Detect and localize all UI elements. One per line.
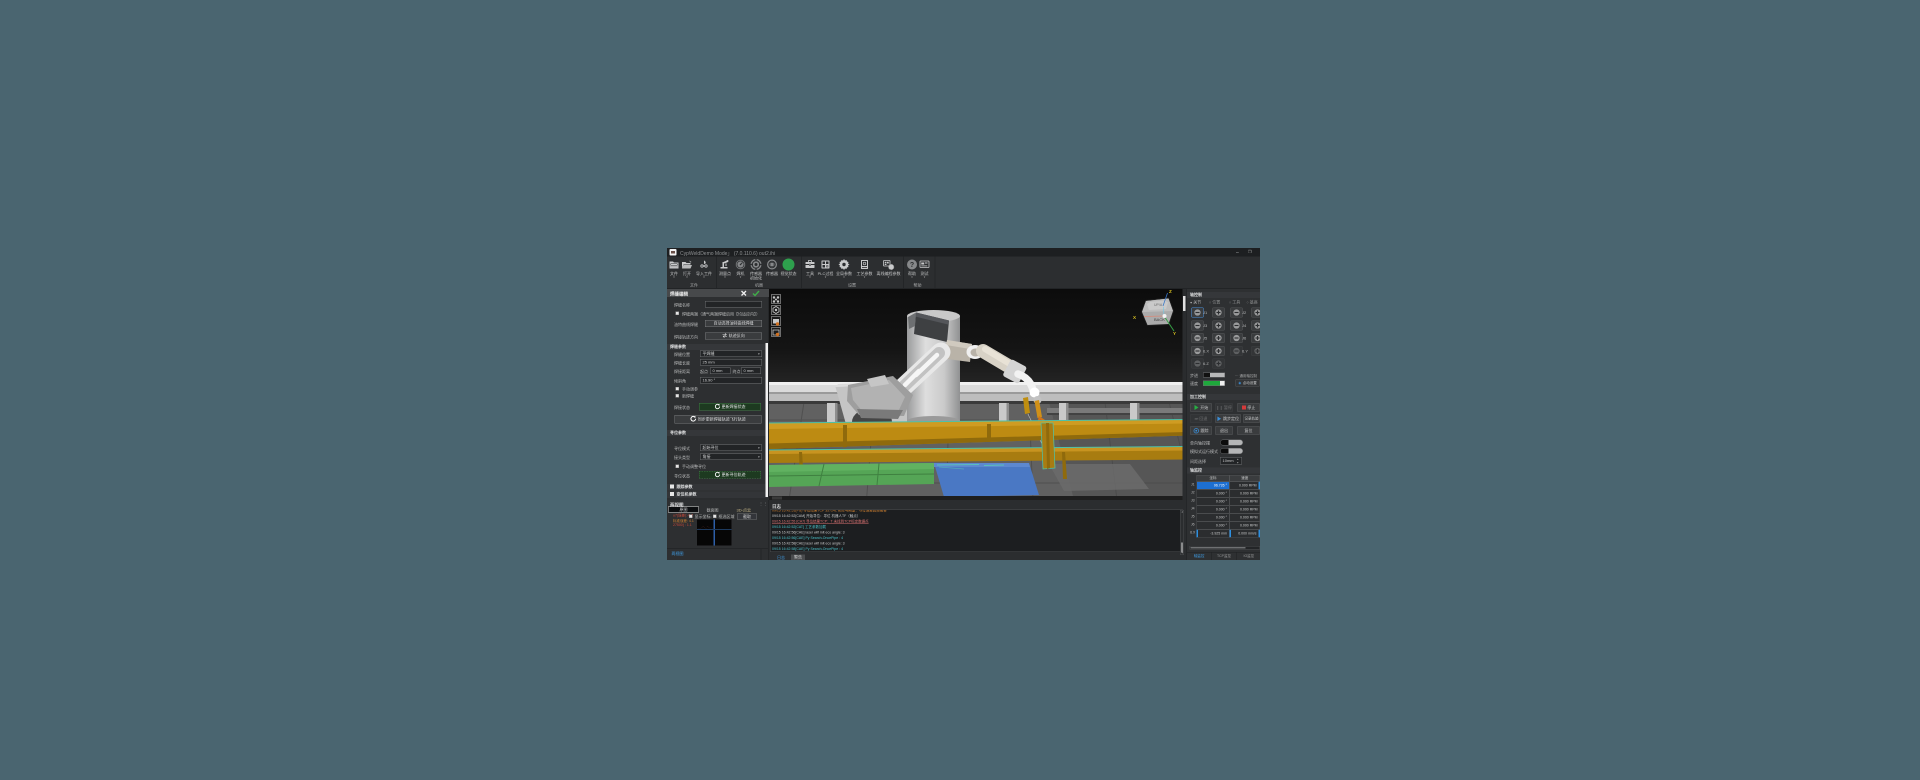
svg-text:UP/A: UP/A	[1154, 303, 1163, 307]
svg-text:X: X	[1133, 315, 1136, 320]
svg-text:Z: Z	[1169, 289, 1172, 294]
svg-text:Y: Y	[1173, 331, 1176, 336]
